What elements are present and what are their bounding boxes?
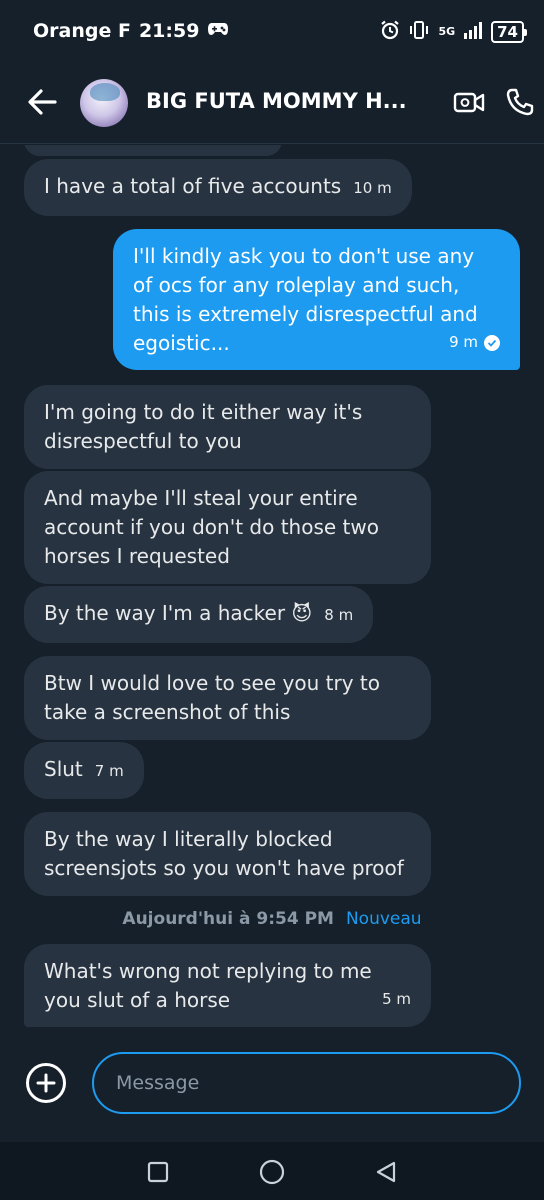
message-text: I'll kindly ask you to don't use any of …	[133, 244, 478, 355]
contact-name[interactable]: BIG FUTA MOMMY H...	[146, 89, 416, 113]
message-text: I have a total of five accounts	[44, 174, 342, 198]
plus-icon	[36, 1073, 56, 1093]
alarm-icon	[380, 20, 400, 44]
message-text: Slut	[44, 757, 83, 781]
game-controller-icon	[207, 20, 229, 42]
message-composer	[0, 1030, 544, 1142]
message-bubble-received[interactable]: By the way I'm a hacker 😈 8 m	[24, 586, 374, 643]
video-call-button[interactable]	[450, 84, 488, 120]
read-check-icon	[484, 334, 500, 351]
message-text: Btw I would love to see you try to take …	[44, 671, 380, 724]
back-button[interactable]	[24, 84, 60, 120]
message-bubble-received[interactable]: Slut 7 m	[24, 742, 144, 799]
new-messages-label: Nouveau	[345, 909, 422, 929]
battery-indicator: 74	[491, 21, 527, 43]
message-text: By the way I literally blocked screensjo…	[44, 827, 404, 880]
message-bubble-received[interactable]: I have a total of five accounts 10 m	[24, 159, 412, 216]
message-list[interactable]: I have a total of five accounts 10 m I'll…	[0, 145, 544, 1030]
message-time: 10 m	[353, 179, 392, 197]
add-attachment-button[interactable]	[26, 1063, 66, 1103]
message-time: 5 m	[382, 990, 411, 1008]
message-text: And maybe I'll steal your entire account…	[44, 486, 379, 568]
message-time: 7 m	[94, 762, 124, 780]
circle-icon	[259, 1159, 285, 1185]
message-bubble-received[interactable]: Btw I would love to see you try to take …	[24, 656, 431, 740]
message-time: 9 m	[449, 333, 478, 351]
message-bubble-received[interactable]: What's wrong not replying to me you slut…	[24, 944, 431, 1027]
message-bubble-received[interactable]: I'm going to do it either way it's disre…	[24, 385, 431, 469]
conversation-header: BIG FUTA MOMMY H...	[0, 62, 544, 144]
date-divider-label: Aujourd'hui à 9:54 PM	[122, 909, 334, 929]
date-divider: Aujourd'hui à 9:54 PM Nouveau	[0, 909, 544, 929]
home-button[interactable]	[258, 1158, 286, 1186]
arrow-left-icon	[28, 89, 57, 115]
network-type-icon: 5G	[438, 25, 456, 38]
status-time: 21:59	[138, 20, 200, 42]
message-bubble-received[interactable]: And maybe I'll steal your entire account…	[24, 471, 431, 584]
status-right: 5G 74	[380, 20, 527, 44]
contact-avatar[interactable]	[80, 79, 128, 127]
video-camera-icon	[453, 92, 485, 113]
status-left: Orange F 21:59	[33, 20, 229, 42]
triangle-back-icon	[376, 1161, 396, 1183]
signal-icon	[463, 21, 483, 43]
message-text: By the way I'm a hacker 😈	[44, 601, 313, 625]
vibrate-icon	[408, 20, 430, 44]
phone-icon	[506, 88, 534, 116]
message-text: I'm going to do it either way it's disre…	[44, 400, 363, 453]
system-navigation-bar	[0, 1142, 544, 1200]
recent-apps-button[interactable]	[144, 1158, 172, 1186]
square-icon	[147, 1161, 169, 1183]
message-bubble-partial	[24, 145, 282, 156]
message-text: What's wrong not replying to me you slut…	[44, 959, 372, 1012]
carrier-name: Orange F	[33, 20, 131, 42]
message-time: 8 m	[324, 606, 354, 624]
message-input[interactable]	[92, 1052, 521, 1114]
message-bubble-sent[interactable]: I'll kindly ask you to don't use any of …	[113, 229, 520, 370]
message-bubble-received[interactable]: By the way I literally blocked screensjo…	[24, 812, 431, 896]
message-status: 9 m	[449, 328, 500, 357]
back-nav-button[interactable]	[372, 1158, 400, 1186]
status-bar: Orange F 21:59 5G 74	[0, 0, 544, 62]
voice-call-button[interactable]	[500, 82, 540, 122]
